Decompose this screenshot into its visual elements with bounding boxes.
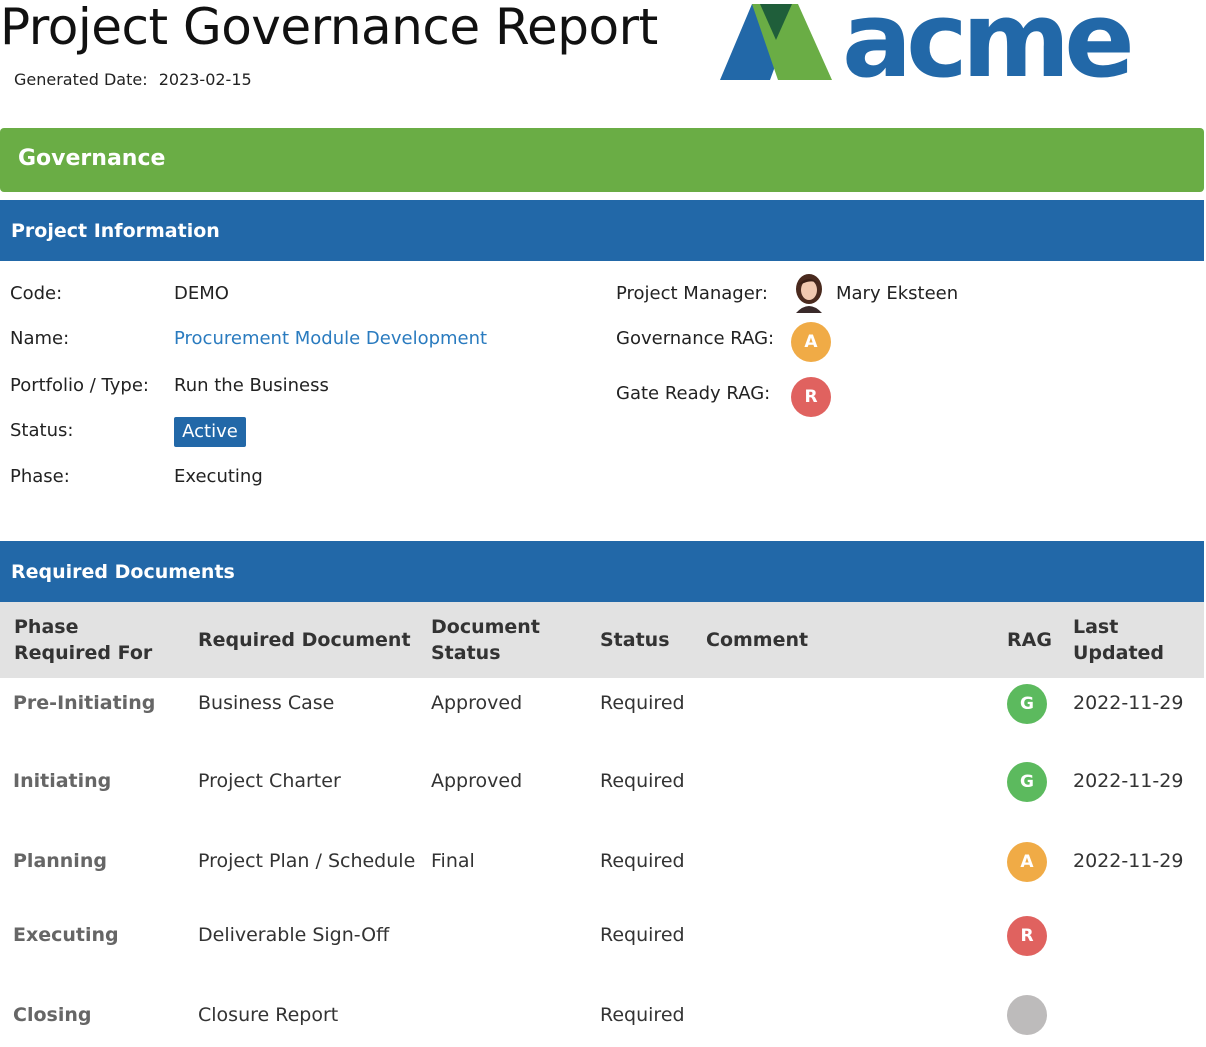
- row-last-updated: 2022-11-29: [1073, 850, 1184, 872]
- row-status: Required: [600, 924, 685, 946]
- acme-logo-text: acme: [842, 0, 1130, 84]
- column-header-document-status: Document Status: [431, 616, 540, 664]
- row-document: Closure Report: [198, 1004, 339, 1026]
- acme-logo: acme: [720, 0, 1136, 84]
- manager-avatar: [796, 274, 822, 313]
- row-phase: Pre-Initiating: [13, 692, 156, 714]
- row-document-status: Final: [431, 850, 475, 872]
- column-header-status: Status: [600, 629, 670, 651]
- row-phase: Closing: [13, 1004, 92, 1026]
- governance-rag-label: Governance RAG:: [616, 328, 775, 349]
- required-documents-header: Required Documents: [0, 541, 1204, 602]
- row-rag-indicator: R: [1007, 916, 1047, 956]
- row-phase: Executing: [13, 924, 119, 946]
- phase-label: Phase:: [10, 466, 70, 487]
- gate-ready-rag-label: Gate Ready RAG:: [616, 383, 771, 404]
- row-rag-indicator: G: [1007, 684, 1047, 724]
- row-document: Deliverable Sign-Off: [198, 924, 390, 946]
- status-badge: Active: [174, 417, 246, 447]
- row-document: Business Case: [198, 692, 335, 714]
- portfolio-value: Run the Business: [174, 375, 329, 396]
- row-status: Required: [600, 1004, 685, 1026]
- generated-date-label: Generated Date:: [14, 70, 148, 89]
- row-document-status: Approved: [431, 770, 523, 792]
- row-status: Required: [600, 850, 685, 872]
- row-phase: Initiating: [13, 770, 112, 792]
- column-header-phase: Phase Required For: [14, 616, 153, 664]
- code-label: Code:: [10, 283, 63, 304]
- status-label: Status:: [10, 420, 74, 441]
- row-status: Required: [600, 692, 685, 714]
- row-rag-indicator: [1007, 995, 1047, 1035]
- project-manager-label: Project Manager:: [616, 283, 768, 304]
- row-phase: Planning: [13, 850, 107, 872]
- gate-ready-rag-indicator: R: [791, 377, 831, 417]
- row-document: Project Charter: [198, 770, 341, 792]
- governance-rag-indicator: A: [791, 322, 831, 362]
- report-title: Project Governance Report: [0, 0, 658, 56]
- generated-date-value: 2023-02-15: [158, 70, 252, 89]
- governance-section-header: Governance: [0, 128, 1204, 192]
- documents-table-header: Phase Required For Required Document Doc…: [0, 602, 1204, 678]
- project-information-header: Project Information: [0, 200, 1204, 261]
- column-header-document: Required Document: [198, 629, 411, 651]
- phase-value: Executing: [174, 466, 263, 487]
- column-header-last-updated: Last Updated: [1073, 616, 1165, 664]
- row-document-status: Approved: [431, 692, 523, 714]
- name-label: Name:: [10, 328, 70, 349]
- row-document: Project Plan / Schedule: [198, 850, 416, 872]
- row-rag-indicator: A: [1007, 842, 1047, 882]
- column-header-rag: RAG: [1007, 629, 1052, 651]
- row-status: Required: [600, 770, 685, 792]
- row-last-updated: 2022-11-29: [1073, 770, 1184, 792]
- row-rag-indicator: G: [1007, 762, 1047, 802]
- project-manager-value: Mary Eksteen: [836, 283, 959, 304]
- project-name-link[interactable]: Procurement Module Development: [174, 328, 487, 349]
- portfolio-label: Portfolio / Type:: [10, 375, 149, 396]
- generated-date: Generated Date: 2023-02-15: [14, 70, 252, 89]
- column-header-comment: Comment: [706, 629, 809, 651]
- code-value: DEMO: [174, 283, 229, 304]
- row-last-updated: 2022-11-29: [1073, 692, 1184, 714]
